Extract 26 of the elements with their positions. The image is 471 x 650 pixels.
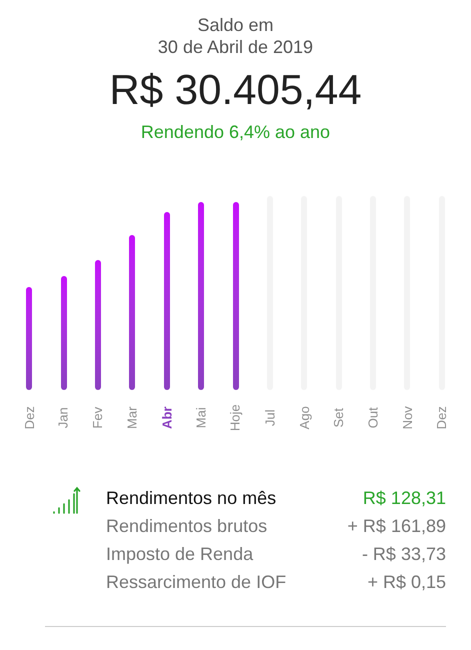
balance-amount: R$ 30.405,44 bbox=[109, 65, 362, 115]
balance-date: 30 de Abril de 2019 bbox=[158, 36, 314, 58]
month-label[interactable]: Hoje bbox=[226, 404, 246, 432]
month-label[interactable]: Mai bbox=[191, 408, 211, 428]
balance-label: Saldo em bbox=[197, 14, 274, 36]
month-label[interactable]: Set bbox=[328, 408, 348, 428]
month-label[interactable]: Mar bbox=[122, 406, 142, 430]
month-label[interactable]: Dez bbox=[19, 406, 39, 430]
summary-label: Rendimentos no mês bbox=[106, 487, 276, 510]
month-label[interactable]: Ago bbox=[294, 406, 314, 430]
yield-rate: Rendendo 6,4% ao ano bbox=[140, 121, 330, 144]
summary-value: + R$ 0,15 bbox=[367, 571, 446, 594]
month-label[interactable]: Jan bbox=[54, 408, 74, 428]
summary-label: Imposto de Renda bbox=[106, 543, 254, 566]
summary-label: Rendimentos brutos bbox=[106, 515, 268, 538]
month-label[interactable]: Dez bbox=[432, 406, 452, 430]
summary-value: R$ 128,31 bbox=[362, 487, 446, 510]
month-label[interactable]: Out bbox=[363, 408, 383, 428]
month-label[interactable]: Nov bbox=[398, 406, 418, 430]
growth-bars-icon bbox=[52, 486, 82, 516]
summary-value: + R$ 161,89 bbox=[347, 515, 446, 538]
month-label[interactable]: Abr bbox=[157, 406, 176, 430]
summary-label: Ressarcimento de IOF bbox=[106, 571, 286, 594]
summary-value: - R$ 33,73 bbox=[362, 543, 446, 566]
month-label[interactable]: Jul bbox=[260, 410, 280, 426]
month-label[interactable]: Fev bbox=[88, 407, 108, 429]
